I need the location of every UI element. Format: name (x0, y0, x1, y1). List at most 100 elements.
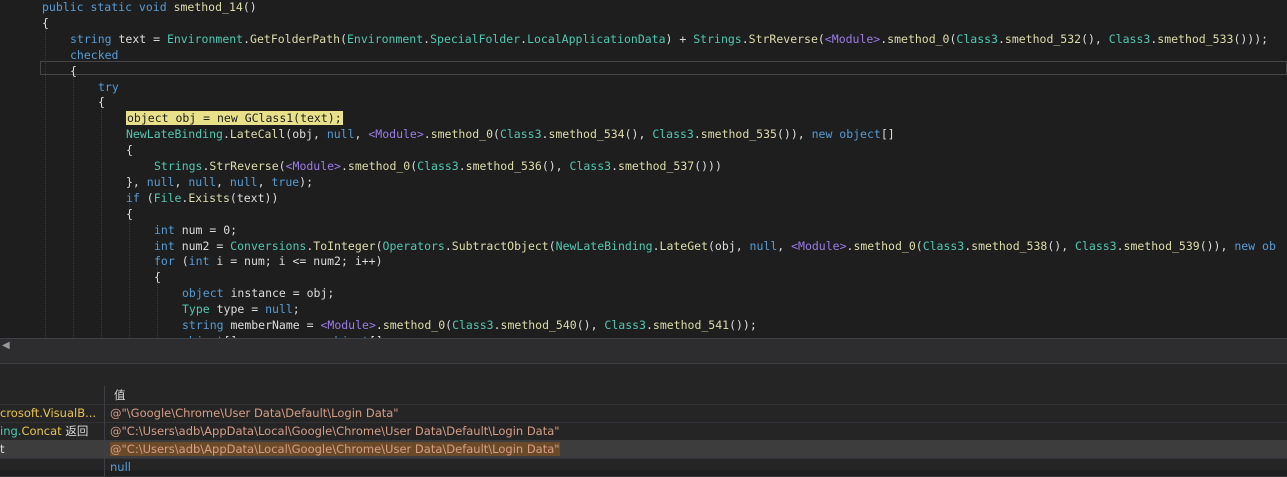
code-line[interactable]: object obj = new GClass1(text); (126, 110, 343, 126)
code-token: Strings (693, 31, 742, 46)
code-token: { (154, 270, 161, 285)
code-token: ()); (729, 318, 757, 332)
watch-row-value: @"\Google\Chrome\User Data\Default\Login… (110, 404, 1287, 422)
code-token: . (741, 31, 749, 46)
code-line[interactable]: }, null, null, null, true); (126, 174, 313, 190)
code-token: (obj, (708, 238, 750, 253)
code-token: . (243, 31, 251, 46)
code-line[interactable]: { (126, 142, 133, 158)
code-token: ()), (1199, 238, 1235, 253)
code-token: smethod_532 (1004, 31, 1082, 46)
watch-row[interactable]: ing.Concat 返回 @"C:\Users\adb\AppData\Loca… (0, 422, 1287, 441)
code-token: . (645, 318, 653, 332)
code-line[interactable]: checked (70, 47, 118, 63)
code-token: ( (181, 254, 189, 269)
code-token: { (42, 15, 49, 30)
code-line[interactable]: string text = Environment.GetFolderPath(… (70, 31, 1268, 47)
watch-row-value: @"C:\Users\adb\AppData\Local\Google\Chro… (110, 440, 1287, 458)
code-token: , (777, 238, 792, 253)
watch-row-name-part: ing. (0, 424, 22, 438)
code-token: smethod_0 (853, 238, 916, 253)
code-token: new ob (1234, 238, 1276, 253)
code-token: ( (493, 127, 500, 142)
code-token: ; (292, 302, 300, 317)
code-line[interactable]: if (File.Exists(text)) (126, 190, 278, 206)
code-line[interactable]: int num2 = Conversions.ToInteger(Operato… (154, 238, 1276, 254)
code-token: LocalApplicationData (527, 31, 666, 46)
watch-panel: 值 crosoft.VisualB... @"\Google\Chrome\Use… (0, 363, 1287, 477)
code-line[interactable]: NewLateBinding.LateCall(obj, null, <Modu… (126, 126, 895, 142)
code-line[interactable]: try (98, 79, 119, 95)
code-token: string (70, 31, 119, 46)
code-token: smethod_14 (173, 0, 243, 14)
code-token: , (354, 127, 369, 142)
scroll-left-icon[interactable]: ◀ (2, 340, 10, 351)
watch-header-name (0, 386, 105, 404)
code-token: public static void (42, 0, 174, 14)
code-token: Class3 (1075, 238, 1117, 253)
code-line[interactable]: string memberName = <Module>.smethod_0(C… (182, 317, 757, 333)
watch-row-value: null (110, 458, 1287, 476)
code-token: (text)) (229, 190, 279, 205)
code-line[interactable]: object instance = obj; (182, 285, 334, 301)
code-token: LateGet (659, 238, 708, 253)
code-token: . (693, 127, 701, 142)
code-line[interactable]: { (126, 206, 133, 222)
code-token: . (458, 159, 466, 173)
code-line[interactable]: public static void smethod_14() (42, 0, 257, 15)
code-token: smethod_536 (465, 159, 542, 173)
code-token: SpecialFolder (430, 31, 521, 46)
code-token: smethod_537 (618, 159, 695, 173)
code-line[interactable]: { (70, 63, 77, 79)
code-line[interactable]: Type type = null; (182, 301, 300, 317)
code-token: }, (126, 174, 147, 189)
panel-splitter[interactable] (0, 355, 1287, 363)
code-line[interactable]: Strings.StrReverse(<Module>.smethod_0(Cl… (154, 158, 722, 174)
code-token: Class3 (499, 127, 542, 142)
code-token: <Module> (320, 318, 376, 332)
code-token: { (98, 95, 105, 110)
code-token: int (154, 222, 182, 237)
watch-row-value-text: @"\Google\Chrome\User Data\Default\Login… (110, 406, 399, 420)
code-line[interactable]: { (154, 269, 161, 285)
code-token: SubtractObject (451, 238, 549, 253)
code-token: Environment (166, 31, 244, 46)
code-token: null (265, 302, 293, 317)
code-token: smethod_0 (430, 127, 494, 142)
code-token: null (749, 238, 778, 253)
code-token: (), (624, 127, 653, 142)
code-token: . (652, 238, 660, 253)
watch-row[interactable]: crosoft.VisualB... @"\Google\Chrome\User … (0, 404, 1287, 423)
code-line[interactable]: { (42, 15, 49, 31)
code-token: Environment (347, 31, 424, 46)
code-token: ())) (694, 159, 722, 173)
code-token: object (182, 286, 231, 301)
watch-row[interactable]: t @"C:\Users\adb\AppData\Local\Google\Chr… (0, 440, 1287, 459)
code-line[interactable]: { (98, 94, 105, 110)
horizontal-scrollbar[interactable]: ◀ (0, 338, 1287, 355)
code-token: int (154, 238, 182, 253)
code-token: null (229, 174, 258, 189)
watch-row-name-part: Concat (21, 424, 62, 438)
code-token: instance = obj; (230, 286, 335, 301)
code-token: { (70, 63, 77, 78)
code-token: StrReverse (748, 31, 818, 46)
code-line[interactable]: for (int i = num; i <= num2; i++) (154, 253, 383, 269)
code-token: { (126, 206, 133, 221)
code-token: NewLateBinding (126, 127, 223, 142)
code-token: ToInteger (313, 238, 376, 253)
code-token: ( (375, 238, 383, 253)
code-token: . (1116, 238, 1124, 253)
watch-header-value: 值 (114, 388, 126, 402)
code-token: smethod_535 (700, 127, 777, 142)
watch-row[interactable]: null (0, 458, 1287, 477)
code-editor[interactable]: public static void smethod_14(){string t… (0, 0, 1287, 338)
current-statement-highlight: object obj = new GClass1(text); (126, 111, 343, 126)
code-line[interactable]: int num = 0; (154, 222, 237, 238)
code-token: if (126, 190, 147, 205)
code-token: . (997, 31, 1005, 46)
code-token: StrReverse (209, 159, 279, 173)
code-token: smethod_539 (1123, 238, 1200, 253)
code-token: , (257, 174, 272, 189)
code-token: true (271, 174, 300, 189)
